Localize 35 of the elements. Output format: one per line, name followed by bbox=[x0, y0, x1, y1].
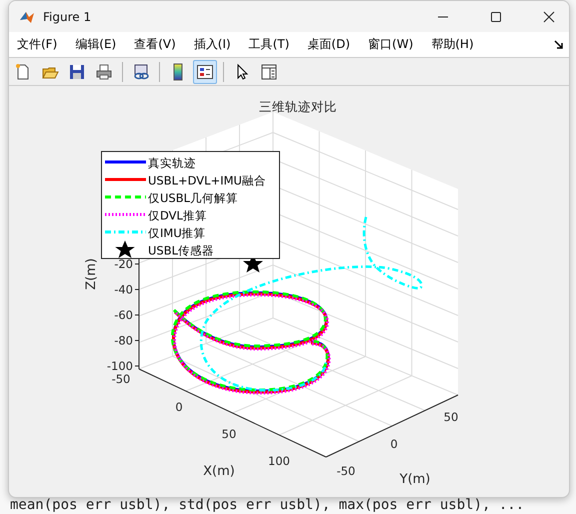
close-icon[interactable] bbox=[543, 10, 555, 22]
tick-label: -50 bbox=[336, 464, 356, 478]
tick-label: 0 bbox=[175, 400, 183, 414]
menu-item[interactable]: 插入(I) bbox=[194, 36, 231, 53]
axis-label: Y(m) bbox=[400, 472, 430, 487]
tick-label: -80 bbox=[114, 334, 133, 348]
dock-icon[interactable] bbox=[554, 40, 563, 49]
legend-label: 仅IMU推算 bbox=[148, 226, 206, 240]
legend-label: USBL传感器 bbox=[148, 244, 214, 258]
code-line: mean(pos err usbl), std(pos err usbl), max(pos err usbl), ... bbox=[10, 497, 524, 513]
menu-item[interactable]: 桌面(D) bbox=[307, 36, 350, 53]
menu-item[interactable]: 窗口(W) bbox=[368, 36, 414, 53]
tick-label: 0 bbox=[390, 437, 398, 451]
tick-label: -100 bbox=[106, 359, 133, 373]
menu-item[interactable]: 文件(F) bbox=[17, 36, 58, 53]
tick-label: 100 bbox=[268, 454, 290, 468]
tick-label: -20 bbox=[114, 257, 133, 271]
legend-label: 仅DVL推算 bbox=[148, 208, 207, 222]
tick-label: -50 bbox=[112, 372, 130, 386]
tick-label: 50 bbox=[444, 410, 458, 424]
legend-label: 仅USBL几何解算 bbox=[148, 191, 238, 205]
axis-label: Z(m) bbox=[84, 258, 99, 290]
maximize-icon[interactable] bbox=[490, 10, 502, 22]
tick-label: 50 bbox=[222, 427, 236, 441]
plot-title: 三维轨迹对比 bbox=[259, 99, 337, 114]
legend-label: USBL+DVL+IMU融合 bbox=[148, 174, 266, 188]
axis-label: X(m) bbox=[203, 464, 235, 479]
window-title: Figure 1 bbox=[43, 10, 92, 24]
tick-label: -60 bbox=[114, 308, 133, 322]
menu-item[interactable]: 编辑(E) bbox=[75, 36, 116, 53]
menu-item[interactable]: 查看(V) bbox=[134, 36, 176, 53]
legend-label: 真实轨迹 bbox=[148, 156, 196, 170]
menu-item[interactable]: 工具(T) bbox=[248, 36, 290, 53]
tick-label: -40 bbox=[114, 282, 133, 296]
menu-item[interactable]: 帮助(H) bbox=[431, 36, 474, 53]
